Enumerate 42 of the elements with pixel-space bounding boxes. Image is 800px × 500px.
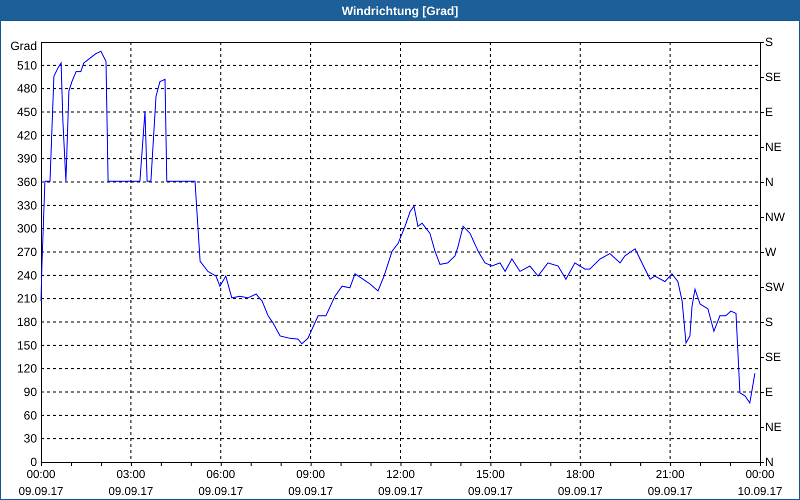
- compass-label: E: [765, 105, 774, 119]
- y-axis-label: 240: [16, 268, 37, 282]
- y-axis-label: 180: [16, 315, 37, 329]
- y-axis-label: 330: [16, 198, 37, 212]
- y-axis-label: 120: [16, 362, 37, 376]
- x-axis-label: 06:00 09.09.17: [198, 469, 244, 498]
- y-axis-label: 90: [24, 385, 37, 399]
- y-axis-title: Grad: [10, 39, 37, 53]
- compass-label: SW: [765, 280, 784, 294]
- compass-label: S: [765, 315, 774, 329]
- y-axis-label: 210: [16, 292, 37, 306]
- compass-label: SE: [765, 350, 782, 364]
- y-axis-label: 0: [30, 455, 37, 469]
- y-axis-label: 150: [16, 338, 37, 352]
- y-axis-label: 30: [24, 432, 37, 446]
- compass-label: NE: [765, 140, 782, 154]
- compass-label: NE: [765, 420, 782, 434]
- x-axis-label: 21:00 09.09.17: [648, 469, 692, 498]
- x-axis-label: 15:00 09.09.17: [468, 469, 513, 498]
- compass-label: N: [765, 175, 774, 189]
- y-axis-label: 390: [16, 152, 37, 166]
- compass-label: N: [765, 455, 774, 469]
- x-axis-label: 03:00 09.09.17: [108, 469, 154, 498]
- y-axis-label: 420: [16, 128, 37, 142]
- x-axis-label: 00:00 10.09.17: [738, 469, 782, 498]
- y-axis-label: 60: [24, 408, 37, 422]
- y-axis-label: 270: [16, 245, 37, 259]
- y-axis-label: 450: [16, 105, 37, 119]
- y-axis-label: 360: [16, 175, 37, 189]
- x-axis-label: 12:00 09.09.17: [378, 469, 423, 498]
- compass-label: NW: [765, 210, 785, 224]
- x-axis-label: 09:00 09.09.17: [288, 469, 333, 498]
- y-axis-label: 510: [16, 58, 37, 72]
- y-axis-label: 480: [16, 82, 37, 96]
- window-title: Windrichtung [Grad]: [342, 3, 458, 20]
- x-axis-label: 18:00 09.09.17: [558, 469, 603, 498]
- compass-label: E: [765, 385, 774, 399]
- compass-label: S: [765, 35, 774, 49]
- compass-label: SE: [765, 70, 782, 84]
- x-axis-label: 00:00 09.09.17: [18, 469, 64, 498]
- y-axis-label: 300: [16, 222, 37, 236]
- compass-label: W: [765, 245, 776, 259]
